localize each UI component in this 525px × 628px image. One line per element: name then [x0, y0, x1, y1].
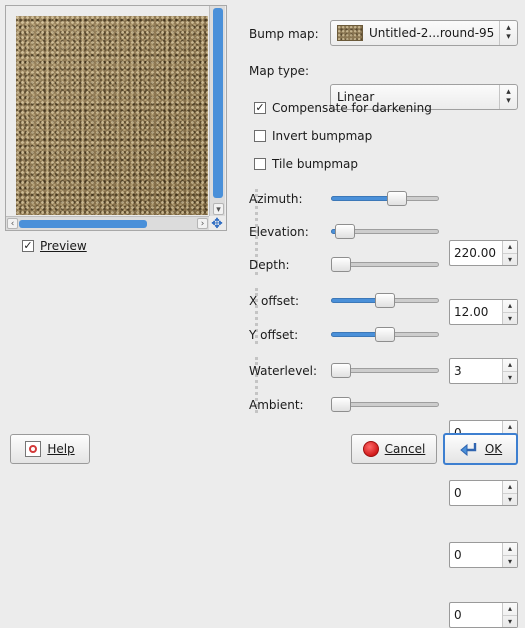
increment-arrow-icon[interactable]: ▴	[503, 359, 517, 372]
y-offset-slider-handle[interactable]	[375, 327, 395, 342]
elevation-spinbutton[interactable]: 12.00 ▴ ▾	[449, 299, 518, 325]
waterlevel-label: Waterlevel:	[249, 364, 318, 378]
preview-checkbox[interactable]: ✓	[22, 240, 34, 252]
bump-map-thumbnail	[337, 25, 363, 41]
elevation-slider[interactable]	[331, 224, 439, 240]
waterlevel-spinbutton[interactable]: 0 ▴ ▾	[449, 542, 518, 568]
ambient-value[interactable]: 0	[454, 603, 462, 627]
invert-bumpmap-option[interactable]: Invert bumpmap	[254, 128, 372, 144]
ok-button-label: OK	[484, 442, 503, 456]
decrement-arrow-icon[interactable]: ▾	[503, 313, 517, 325]
azimuth-label: Azimuth:	[249, 192, 303, 206]
preview-label: Preview	[40, 239, 87, 253]
y-offset-slider[interactable]	[331, 327, 439, 343]
preview-image[interactable]	[16, 16, 208, 215]
preview-horizontal-scrollbar[interactable]: ‹ ›	[6, 216, 209, 230]
decrement-arrow-icon[interactable]: ▾	[503, 556, 517, 568]
increment-arrow-icon[interactable]: ▴	[503, 603, 517, 616]
preview-vertical-scrollbar[interactable]: ▾	[209, 6, 225, 216]
waterlevel-slider[interactable]	[331, 363, 439, 379]
depth-spinbutton[interactable]: 3 ▴ ▾	[449, 358, 518, 384]
azimuth-value[interactable]: 220.00	[454, 241, 496, 265]
chevron-up-down-icon: ▴ ▾	[499, 21, 517, 45]
navigate-icon[interactable]: ✥	[210, 217, 224, 231]
scroll-down-arrow-icon[interactable]: ▾	[213, 203, 224, 215]
x-offset-label: X offset:	[249, 294, 300, 308]
azimuth-spinbutton[interactable]: 220.00 ▴ ▾	[449, 240, 518, 266]
azimuth-slider-handle[interactable]	[386, 191, 407, 206]
scroll-right-arrow-icon[interactable]: ›	[197, 218, 208, 229]
increment-arrow-icon[interactable]: ▴	[503, 481, 517, 494]
increment-arrow-icon[interactable]: ▴	[503, 241, 517, 254]
decrement-arrow-icon[interactable]: ▾	[503, 494, 517, 506]
spin-buttons[interactable]: ▴▾	[502, 300, 517, 324]
ambient-spinbutton[interactable]: 0 ▴ ▾	[449, 602, 518, 628]
cancel-button[interactable]: Cancel	[351, 434, 437, 464]
bump-map-select[interactable]: Untitled-2...round-95 ▴ ▾	[330, 20, 518, 46]
ambient-slider[interactable]	[331, 397, 439, 413]
help-button[interactable]: Help	[10, 434, 90, 464]
vertical-scroll-thumb[interactable]	[213, 8, 223, 198]
decrement-arrow-icon[interactable]: ▾	[503, 616, 517, 628]
preview-toggle[interactable]: ✓ Preview	[22, 238, 87, 254]
y-offset-label: Y offset:	[249, 328, 299, 342]
invert-bumpmap-label: Invert bumpmap	[272, 129, 373, 143]
cancel-button-label: Cancel	[384, 442, 426, 456]
y-offset-spinbutton[interactable]: 0 ▴ ▾	[449, 480, 518, 506]
help-button-label: Help	[47, 442, 75, 456]
ambient-label: Ambient:	[249, 398, 304, 412]
elevation-label: Elevation:	[249, 225, 309, 239]
azimuth-slider[interactable]	[331, 191, 439, 207]
x-offset-slider[interactable]	[331, 293, 439, 309]
spin-buttons[interactable]: ▴▾	[502, 543, 517, 567]
scroll-left-arrow-icon[interactable]: ‹	[7, 218, 18, 229]
spin-buttons[interactable]: ▴▾	[502, 603, 517, 627]
compensate-darkening-checkbox[interactable]: ✓	[254, 102, 266, 114]
increment-arrow-icon[interactable]: ▴	[503, 543, 517, 556]
y-offset-value[interactable]: 0	[454, 481, 462, 505]
compensate-darkening-option[interactable]: ✓ Compensate for darkening	[254, 100, 432, 116]
tile-bumpmap-label: Tile bumpmap	[272, 157, 359, 171]
spin-buttons[interactable]: ▴▾	[502, 481, 517, 505]
spin-buttons[interactable]: ▴▾	[502, 359, 517, 383]
map-type-label: Map type:	[249, 64, 309, 78]
compensate-darkening-label: Compensate for darkening	[272, 101, 432, 115]
depth-slider[interactable]	[331, 257, 439, 273]
tile-bumpmap-option[interactable]: Tile bumpmap	[254, 156, 358, 172]
decrement-arrow-icon[interactable]: ▾	[503, 372, 517, 384]
depth-slider-handle[interactable]	[331, 257, 351, 272]
increment-arrow-icon[interactable]: ▴	[503, 300, 517, 313]
waterlevel-value[interactable]: 0	[454, 543, 462, 567]
waterlevel-slider-handle[interactable]	[331, 363, 351, 378]
ambient-slider-handle[interactable]	[331, 397, 351, 412]
elevation-slider-handle[interactable]	[335, 224, 356, 239]
help-icon	[25, 441, 42, 457]
horizontal-scroll-thumb[interactable]	[19, 220, 147, 228]
depth-label: Depth:	[249, 258, 290, 272]
tile-bumpmap-checkbox[interactable]	[254, 158, 266, 170]
spin-buttons[interactable]: ▴▾	[502, 241, 517, 265]
x-offset-slider-handle[interactable]	[375, 293, 395, 308]
elevation-value[interactable]: 12.00	[454, 300, 488, 324]
decrement-arrow-icon[interactable]: ▾	[503, 254, 517, 266]
chevron-up-down-icon: ▴ ▾	[499, 85, 517, 109]
invert-bumpmap-checkbox[interactable]	[254, 130, 266, 142]
bump-map-label: Bump map:	[249, 27, 319, 41]
bump-map-value: Untitled-2...round-95	[369, 26, 495, 40]
ok-icon	[460, 443, 477, 457]
ok-button[interactable]: OK	[443, 433, 518, 465]
depth-value[interactable]: 3	[454, 359, 462, 383]
cancel-icon	[362, 441, 379, 457]
